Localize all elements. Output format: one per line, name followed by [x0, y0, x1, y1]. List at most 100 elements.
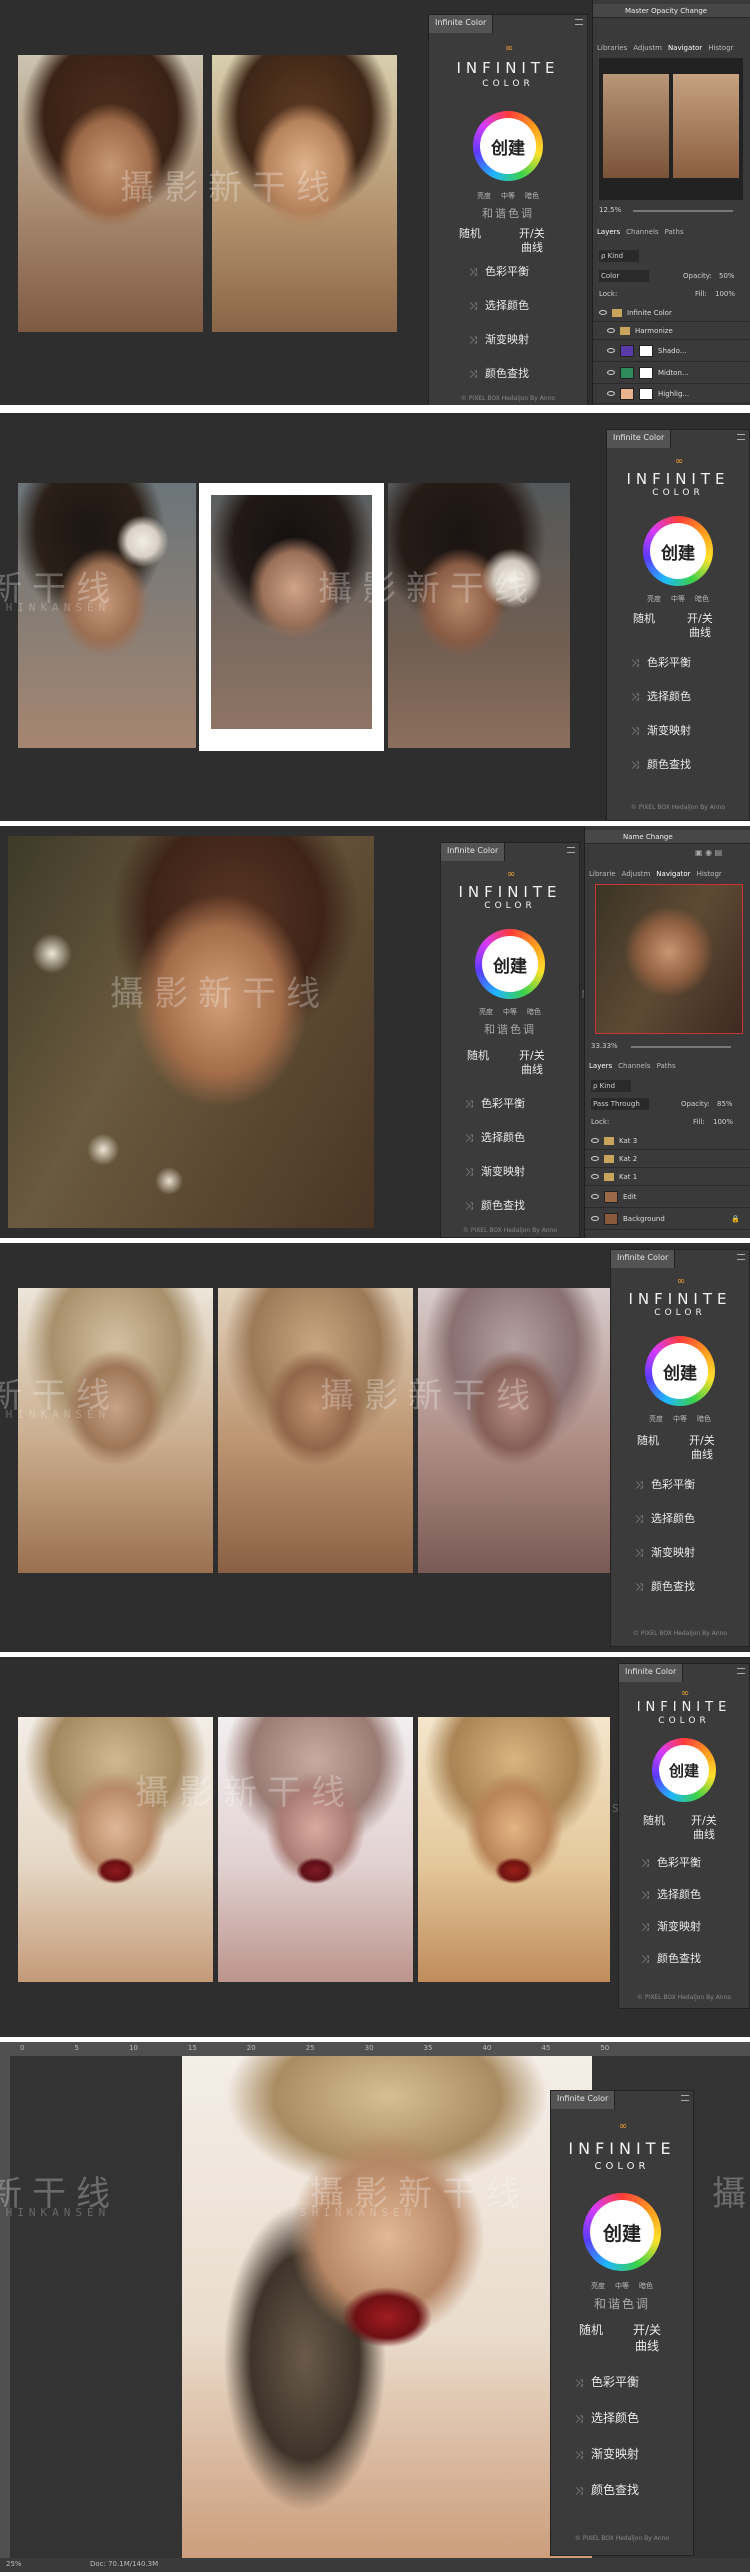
- tab-paths[interactable]: Paths: [657, 1062, 676, 1070]
- harmony-label[interactable]: 和谐色调: [441, 1021, 579, 1037]
- layer-row[interactable]: Highlig...: [593, 384, 750, 404]
- tab-paths[interactable]: Paths: [665, 228, 684, 236]
- random-button[interactable]: 随机: [579, 2321, 603, 2338]
- panel-tab[interactable]: Infinite Color: [619, 1664, 684, 1682]
- layer-row[interactable]: Infinite Color: [593, 304, 750, 322]
- selective-color-button[interactable]: ⤨ 选择颜色: [635, 1510, 695, 1526]
- color-balance-button[interactable]: ⤨ 色彩平衡: [575, 2373, 639, 2390]
- layer-row[interactable]: Kat 3: [585, 1132, 750, 1150]
- option-bright[interactable]: 亮度: [477, 191, 491, 201]
- kind-filter[interactable]: ρ Kind: [599, 250, 639, 262]
- eye-icon[interactable]: [591, 1216, 599, 1221]
- toggle-button[interactable]: 开/关: [633, 2321, 661, 2338]
- status-zoom[interactable]: 25%: [6, 2560, 22, 2568]
- blend-mode-select[interactable]: Color: [599, 270, 649, 282]
- eye-icon[interactable]: [607, 370, 615, 375]
- harmony-label[interactable]: 和谐色调: [429, 205, 587, 221]
- eye-icon[interactable]: [591, 1156, 599, 1161]
- opacity-value[interactable]: 85%: [717, 1100, 733, 1108]
- gradient-map-button[interactable]: ⤨ 渐变映射: [641, 1918, 701, 1934]
- create-button[interactable]: 创建: [645, 1336, 715, 1406]
- tab-histogram[interactable]: Histogr: [708, 44, 733, 52]
- create-button[interactable]: 创建: [583, 2193, 661, 2271]
- history-item[interactable]: Name Change: [623, 833, 673, 841]
- panel-tab[interactable]: Infinite Color: [607, 430, 672, 448]
- panel-tab[interactable]: Infinite Color: [441, 843, 506, 861]
- history-item[interactable]: Master Opacity Change: [625, 7, 707, 15]
- layer-row[interactable]: Background 🔒: [585, 1208, 750, 1230]
- layer-row[interactable]: Kat 2: [585, 1150, 750, 1168]
- option-medium[interactable]: 中等: [671, 594, 685, 604]
- random-button[interactable]: 随机: [467, 1047, 489, 1063]
- option-bright[interactable]: 亮度: [591, 2281, 605, 2291]
- gradient-map-button[interactable]: ⤨ 渐变映射: [465, 1163, 525, 1179]
- tab-adjustments[interactable]: Adjustm: [622, 870, 651, 878]
- option-dark[interactable]: 暗色: [697, 1414, 711, 1424]
- panel-menu-icon[interactable]: [737, 1668, 745, 1674]
- gradient-map-button[interactable]: ⤨ 渐变映射: [469, 331, 529, 347]
- color-lookup-button[interactable]: ⤨ 颜色查找: [469, 365, 529, 381]
- gradient-map-button[interactable]: ⤨ 渐变映射: [635, 1544, 695, 1560]
- create-button[interactable]: 创建: [475, 929, 545, 999]
- selective-color-button[interactable]: ⤨ 选择颜色: [465, 1129, 525, 1145]
- fill-value[interactable]: 100%: [713, 1118, 733, 1126]
- create-button[interactable]: 创建: [473, 111, 543, 181]
- curves-label[interactable]: 曲线: [693, 1826, 715, 1842]
- color-balance-button[interactable]: ⤨ 色彩平衡: [641, 1854, 701, 1870]
- color-balance-button[interactable]: ⤨ 色彩平衡: [635, 1476, 695, 1492]
- color-lookup-button[interactable]: ⤨ 颜色查找: [641, 1950, 701, 1966]
- fill-value[interactable]: 100%: [715, 290, 735, 298]
- opacity-value[interactable]: 50%: [719, 272, 735, 280]
- gradient-map-button[interactable]: ⤨ 渐变映射: [631, 722, 691, 738]
- tab-channels[interactable]: Channels: [626, 228, 658, 236]
- tab-navigator[interactable]: Navigator: [656, 870, 690, 878]
- panel-menu-icon[interactable]: [737, 434, 745, 440]
- curves-label[interactable]: 曲线: [521, 1061, 543, 1077]
- kind-filter[interactable]: ρ Kind: [591, 1080, 631, 1092]
- option-medium[interactable]: 中等: [615, 2281, 629, 2291]
- gradient-map-button[interactable]: ⤨ 渐变映射: [575, 2445, 639, 2462]
- selective-color-button[interactable]: ⤨ 选择颜色: [631, 688, 691, 704]
- layer-row[interactable]: Shado...: [593, 340, 750, 362]
- color-lookup-button[interactable]: ⤨ 颜色查找: [465, 1197, 525, 1213]
- selective-color-button[interactable]: ⤨ 选择颜色: [469, 297, 529, 313]
- curves-label[interactable]: 曲线: [635, 2337, 659, 2354]
- blend-mode-select[interactable]: Pass Through: [591, 1098, 649, 1110]
- status-doc-size[interactable]: Doc: 70.1M/140.3M: [90, 2560, 158, 2568]
- panel-menu-icon[interactable]: [567, 847, 575, 853]
- panel-menu-icon[interactable]: [737, 1254, 745, 1260]
- option-medium[interactable]: 中等: [673, 1414, 687, 1424]
- eye-icon[interactable]: [607, 328, 615, 333]
- color-balance-button[interactable]: ⤨ 色彩平衡: [631, 654, 691, 670]
- layer-row[interactable]: Kat 1: [585, 1168, 750, 1186]
- tab-layers[interactable]: Layers: [589, 1062, 612, 1070]
- option-medium[interactable]: 中等: [503, 1007, 517, 1017]
- curves-label[interactable]: 曲线: [521, 239, 543, 255]
- eye-icon[interactable]: [607, 348, 615, 353]
- eye-icon[interactable]: [599, 310, 607, 315]
- zoom-slider[interactable]: [633, 210, 733, 212]
- selective-color-button[interactable]: ⤨ 选择颜色: [641, 1886, 701, 1902]
- color-lookup-button[interactable]: ⤨ 颜色查找: [575, 2481, 639, 2498]
- tab-navigator[interactable]: Navigator: [668, 44, 702, 52]
- random-button[interactable]: 随机: [637, 1432, 659, 1448]
- layer-row[interactable]: Harmonize: [593, 322, 750, 340]
- harmony-label[interactable]: 和谐色调: [551, 2295, 693, 2312]
- zoom-slider[interactable]: [631, 1046, 731, 1048]
- panel-tab[interactable]: Infinite Color: [611, 1250, 676, 1268]
- create-button[interactable]: 创建: [652, 1738, 716, 1802]
- eye-icon[interactable]: [591, 1194, 599, 1199]
- zoom-value[interactable]: 33.33%: [591, 1042, 618, 1050]
- random-button[interactable]: 随机: [643, 1812, 665, 1828]
- color-balance-button[interactable]: ⤨ 色彩平衡: [469, 263, 529, 279]
- option-dark[interactable]: 暗色: [527, 1007, 541, 1017]
- layer-row[interactable]: Midton...: [593, 362, 750, 384]
- tab-libraries[interactable]: Libraries: [597, 44, 627, 52]
- panel-menu-icon[interactable]: [575, 19, 583, 25]
- option-dark[interactable]: 暗色: [639, 2281, 653, 2291]
- curves-label[interactable]: 曲线: [689, 624, 711, 640]
- color-lookup-button[interactable]: ⤨ 颜色查找: [631, 756, 691, 772]
- option-dark[interactable]: 暗色: [525, 191, 539, 201]
- random-button[interactable]: 随机: [633, 610, 655, 626]
- option-medium[interactable]: 中等: [501, 191, 515, 201]
